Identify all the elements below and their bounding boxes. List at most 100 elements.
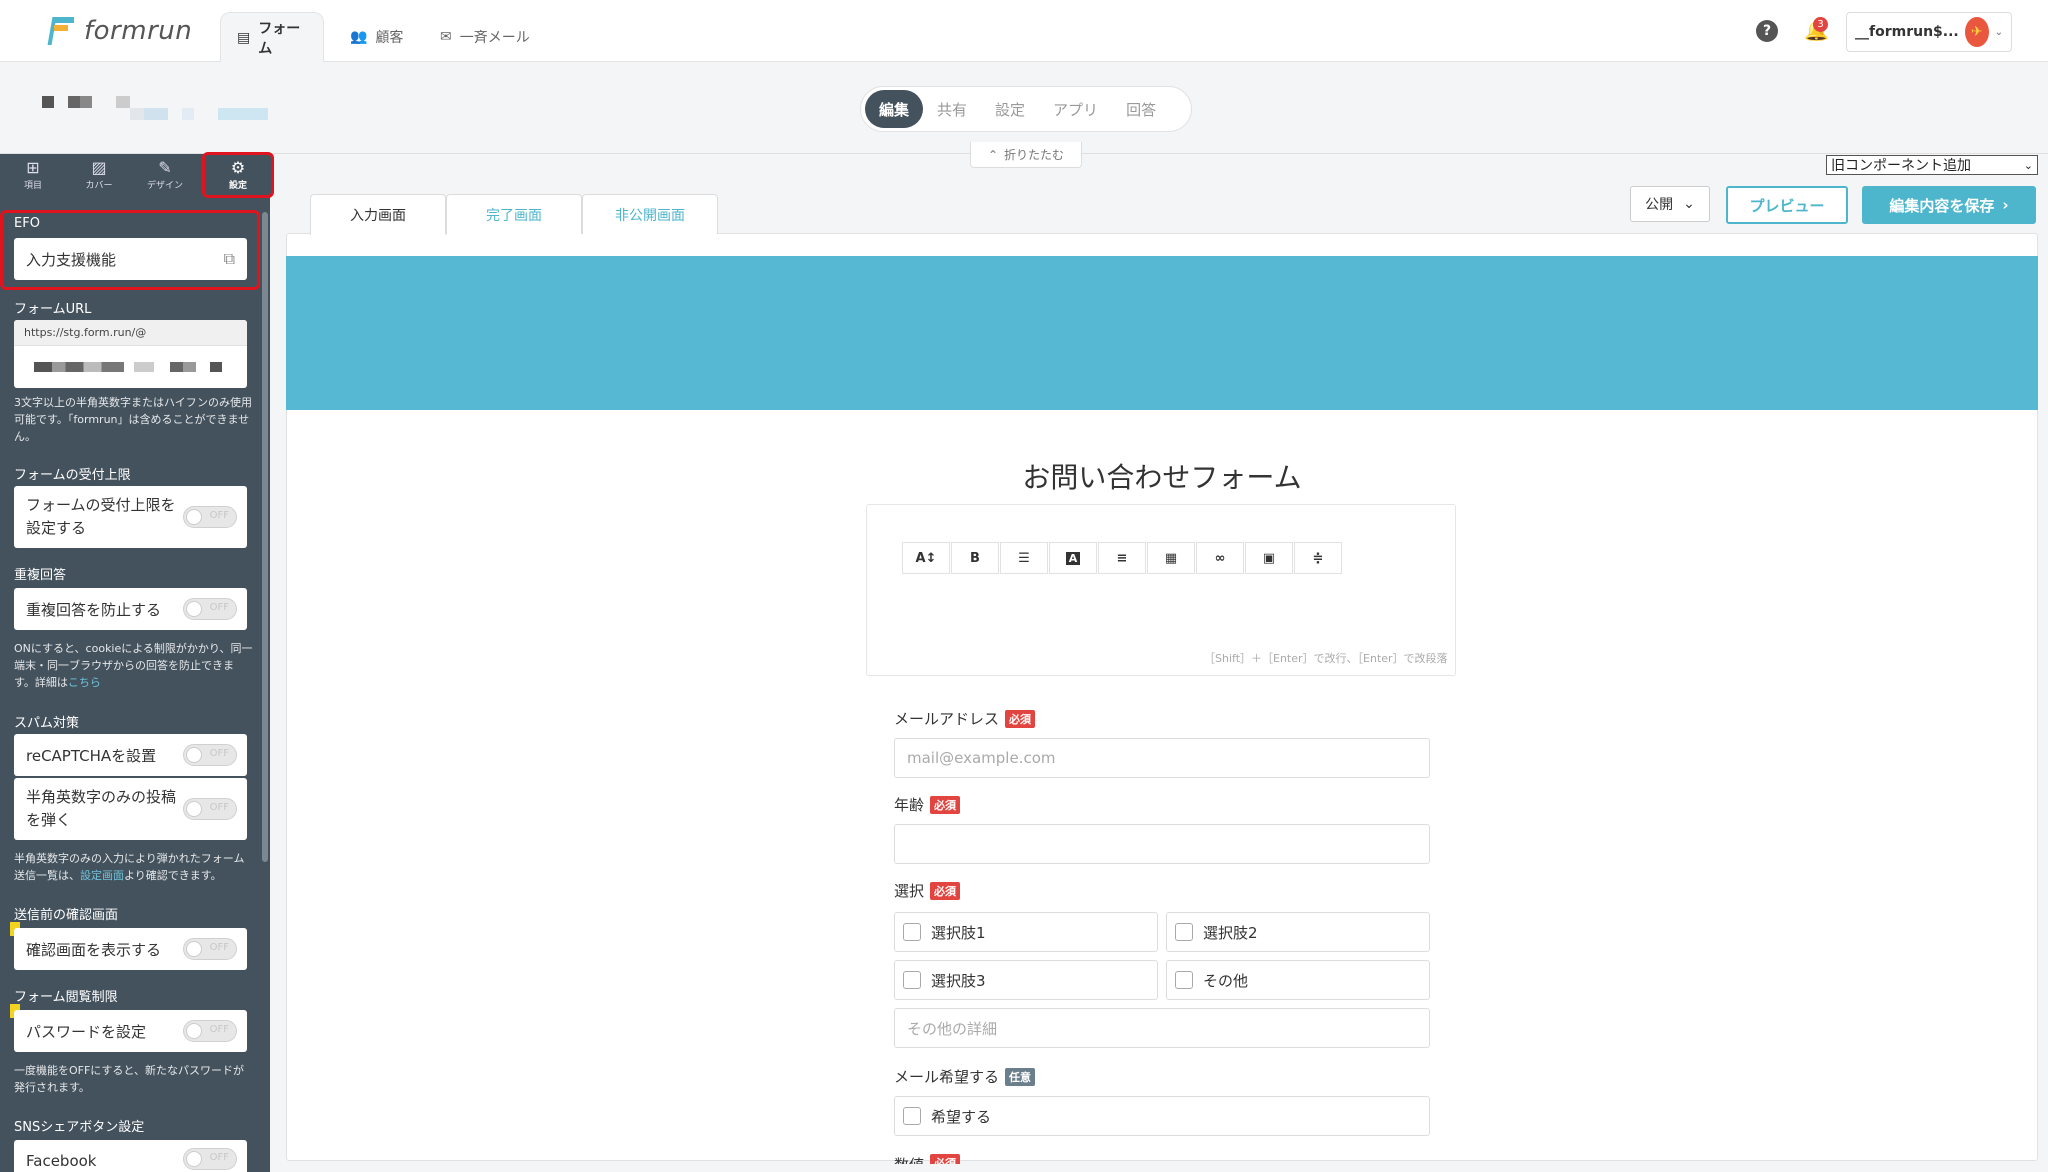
mail-icon: ✉ [440,29,452,45]
bold-icon[interactable]: B [951,542,999,574]
age-input[interactable] [894,824,1430,864]
form-title[interactable]: お問い合わせフォーム [286,456,2038,496]
nav-tab-customers[interactable]: 👥 顧客 [334,12,419,62]
sidebar-tab-settings[interactable]: ⚙ 設定 [202,152,274,198]
url-prefix: https://stg.form.run/@ [14,320,247,346]
password-toggle[interactable]: OFF [183,1020,237,1042]
preview-button[interactable]: プレビュー [1726,186,1848,224]
mode-tab-responses[interactable]: 回答 [1112,90,1170,128]
confirm-setting-row: 確認画面を表示する OFF [14,928,247,970]
editor-hint: ［Shift］＋［Enter］で改行、［Enter］で改段落 [1204,652,1448,665]
other-detail-input[interactable]: その他の詳細 [894,1008,1430,1048]
email-field-label: メールアドレス 必須 [894,708,1036,729]
font-size-icon[interactable]: A↕ [902,542,950,574]
mode-tab-share[interactable]: 共有 [923,90,981,128]
brush-icon: ✎ [158,157,172,177]
page-tab-input[interactable]: 入力画面 [310,194,446,235]
chevron-down-icon: ⌄ [1994,26,2003,38]
duplicate-setting-row: 重複回答を防止する OFF [14,588,247,630]
logo-mark-icon [46,15,76,47]
limit-setting-row: フォームの受付上限を設定する OFF [14,486,247,548]
access-section-title: フォーム閲覧制限 [14,990,118,1005]
limit-toggle[interactable]: OFF [183,506,237,528]
required-badge: 必須 [930,881,961,900]
form-url-field[interactable]: https://stg.form.run/@ [14,320,247,388]
facebook-label: Facebook [26,1152,97,1170]
publish-select[interactable]: 公開 ⌄ [1630,186,1710,222]
age-field-label: 年齢 必須 [894,794,961,815]
recaptcha-toggle[interactable]: OFF [183,744,237,766]
facebook-setting-row: Facebook OFF [14,1140,247,1172]
mail-wish-field-label: メール希望する 任意 [894,1066,1036,1087]
cover-image[interactable] [286,256,2038,410]
url-slug-pixelated [14,346,247,388]
form-url-section-title: フォームURL [14,302,92,317]
duplicate-setting-label: 重複回答を防止する [26,600,162,619]
sidebar-scrollbar[interactable] [262,212,268,862]
sidebar-tab-items[interactable]: ⊞ 項目 [0,154,66,196]
spam-help-link[interactable]: 設定画面 [80,869,124,882]
checkbox-option-3[interactable]: 選択肢3 [894,960,1158,1000]
list-icon[interactable]: ☰ [1000,542,1048,574]
email-input[interactable]: mail@example.com [894,738,1430,778]
link-icon[interactable]: ∞ [1196,542,1244,574]
duplicate-help: ONにすると、cookieによる制限がかかり、同一端末・同一ブラウザからの回答を… [14,642,253,689]
checkbox-icon [903,971,921,989]
avatar: ✈ [1964,17,1989,47]
nav-tab-bulk-mail[interactable]: ✉ 一斉メール [424,12,546,62]
duplicate-toggle[interactable]: OFF [183,598,237,620]
mode-tab-apps[interactable]: アプリ [1039,90,1112,128]
sns-section-title: SNSシェアボタン設定 [14,1120,145,1135]
password-label: パスワードを設定 [26,1022,147,1041]
chevron-right-icon: › [2002,196,2009,214]
checkbox-icon [903,1107,921,1125]
help-icon[interactable]: ? [1756,20,1778,42]
facebook-toggle[interactable]: OFF [183,1148,237,1170]
sidebar-tab-cover[interactable]: ▨ カバー [66,154,132,196]
users-icon: 👥 [350,29,368,45]
alnum-label: 半角英数字のみの投稿を弾く [26,788,177,829]
required-badge: 必須 [1005,709,1036,728]
confirm-label: 確認画面を表示する [26,940,162,959]
optional-badge: 任意 [1005,1067,1036,1086]
select-field-label: 選択 必須 [894,880,961,901]
page-tab-private[interactable]: 非公開画面 [582,194,718,234]
chevron-up-icon: ⌃ [987,147,999,162]
open-window-icon: ⧉ [223,249,235,268]
alnum-toggle[interactable]: OFF [183,798,237,820]
duplicate-help-link[interactable]: こちら [68,676,101,689]
checkbox-mail-wish[interactable]: 希望する [894,1096,1430,1136]
plus-square-icon: ⊞ [26,157,40,177]
image-insert-icon[interactable]: ▣ [1245,542,1293,574]
align-icon[interactable]: ≡ [1098,542,1146,574]
checkbox-option-1[interactable]: 選択肢1 [894,912,1158,952]
logo-text: formrun [84,16,193,46]
limit-section-title: フォームの受付上限 [14,468,131,483]
gear-icon: ⚙ [230,157,246,177]
recaptcha-label: reCAPTCHAを設置 [26,746,157,765]
nav-tab-form[interactable]: ▤ フォーム [220,12,324,62]
checkbox-option-2[interactable]: 選択肢2 [1166,912,1430,952]
divider-icon[interactable]: ≑ [1294,542,1342,574]
table-icon[interactable]: ▦ [1147,542,1195,574]
page-tab-complete[interactable]: 完了画面 [446,194,582,234]
duplicate-section-title: 重複回答 [14,568,67,583]
formrun-logo[interactable]: formrun [46,14,192,48]
sidebar-tab-design[interactable]: ✎ デザイン [132,154,198,196]
checkbox-option-other[interactable]: その他 [1166,960,1430,1000]
mode-tab-edit[interactable]: 編集 [865,90,924,128]
mode-tabs: 編集 共有 設定 アプリ 回答 [860,86,1192,132]
collapse-button[interactable]: ⌃ 折りたたむ [970,142,1082,168]
text-color-icon[interactable]: A [1049,542,1097,574]
save-button[interactable]: 編集内容を保存 › [1862,186,2036,224]
rich-text-toolbar: A↕ B ☰ A ≡ ▦ ∞ ▣ ≑ [902,542,1342,574]
confirm-toggle[interactable]: OFF [183,938,237,960]
notification-badge: 3 [1813,17,1828,32]
image-icon: ▨ [91,157,107,177]
efo-input-assist-button[interactable]: 入力支援機能 ⧉ [14,238,247,280]
old-component-select[interactable]: 旧コンポーネント追加 ⌄ [1826,155,2038,175]
account-menu[interactable]: __formrun$... ✈ ⌄ [1846,12,2012,52]
spam-help: 半角英数字のみの入力により弾かれたフォーム送信一覧は、設定画面より確認できます。 [14,852,245,882]
limit-setting-label: フォームの受付上限を設定する [26,496,176,537]
mode-tab-settings[interactable]: 設定 [981,90,1039,128]
